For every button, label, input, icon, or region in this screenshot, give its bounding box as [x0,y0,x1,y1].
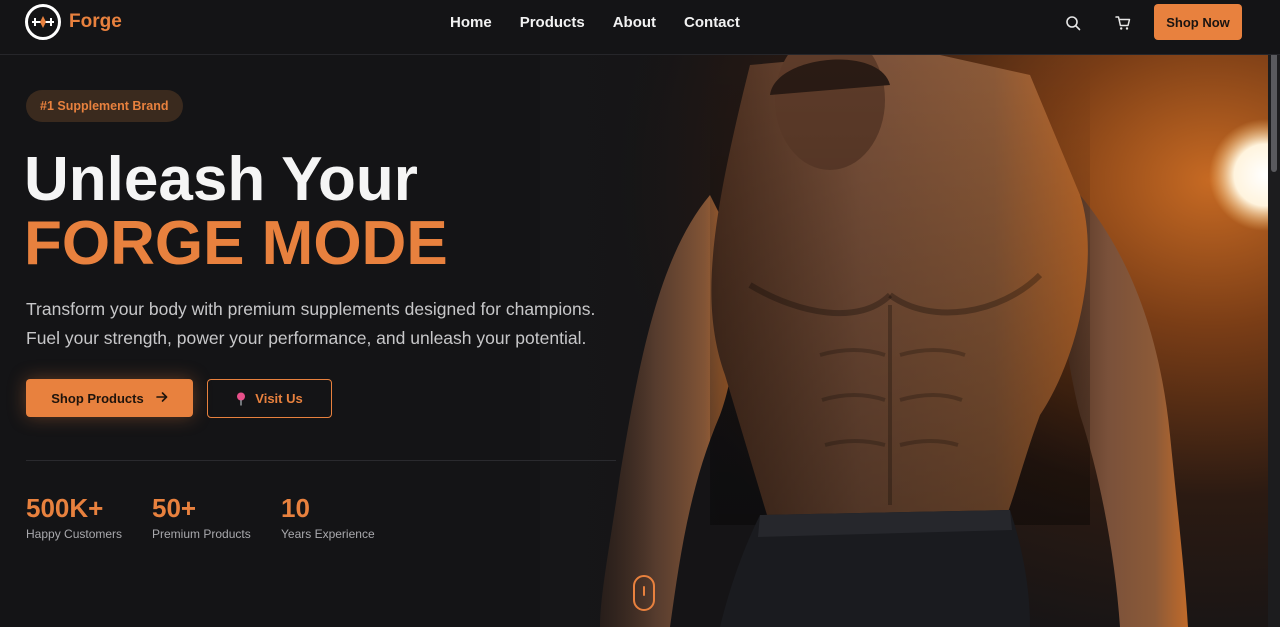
scroll-wheel-dot [643,586,645,596]
hero-section: #1 Supplement Brand Unleash Your FORGE M… [0,55,1268,627]
stat-value: 500K+ [26,493,104,523]
stat-customers: 500K+ Happy Customers [26,493,122,541]
hero-subtitle: Transform your body with premium supplem… [26,299,596,348]
nav-link-about[interactable]: About [613,14,656,31]
stat-experience: 10 Years Experience [281,493,375,541]
cart-icon[interactable] [1114,14,1132,32]
shop-products-label: Shop Products [51,390,144,406]
stat-label: Happy Customers [26,527,123,541]
brand-logo[interactable]: Forge [25,4,122,40]
map-pin-icon [236,392,246,406]
stat-label: Years Experience [281,527,375,541]
mouse-scroll-icon[interactable] [633,575,655,611]
visit-us-button[interactable]: Visit Us [207,379,332,418]
visit-us-label: Visit Us [255,391,303,406]
stat-label: Premium Products [152,527,251,541]
hero-title-line2: FORGE MODE [24,209,448,278]
shop-products-button[interactable]: Shop Products [26,379,193,417]
nav-link-contact[interactable]: Contact [684,14,740,31]
hero-title-line1: Unleash Your [24,145,418,214]
stat-value: 10 [281,493,310,523]
stats-divider [26,460,616,461]
nav-link-products[interactable]: Products [520,14,585,31]
stat-products: 50+ Premium Products [152,493,251,541]
stat-value: 50+ [152,493,197,523]
nav-link-home[interactable]: Home [450,14,492,31]
arrow-right-icon [155,390,168,406]
page-scrollbar[interactable] [1268,0,1280,627]
hero-badge: #1 Supplement Brand [26,90,183,122]
forge-logo-icon [25,4,61,40]
brand-name: Forge [69,11,122,32]
navbar: Forge Home Products About Contact Shop N… [0,0,1280,55]
nav-links: Home Products About Contact [450,14,768,31]
search-icon[interactable] [1064,14,1082,32]
shop-now-button[interactable]: Shop Now [1154,4,1242,40]
